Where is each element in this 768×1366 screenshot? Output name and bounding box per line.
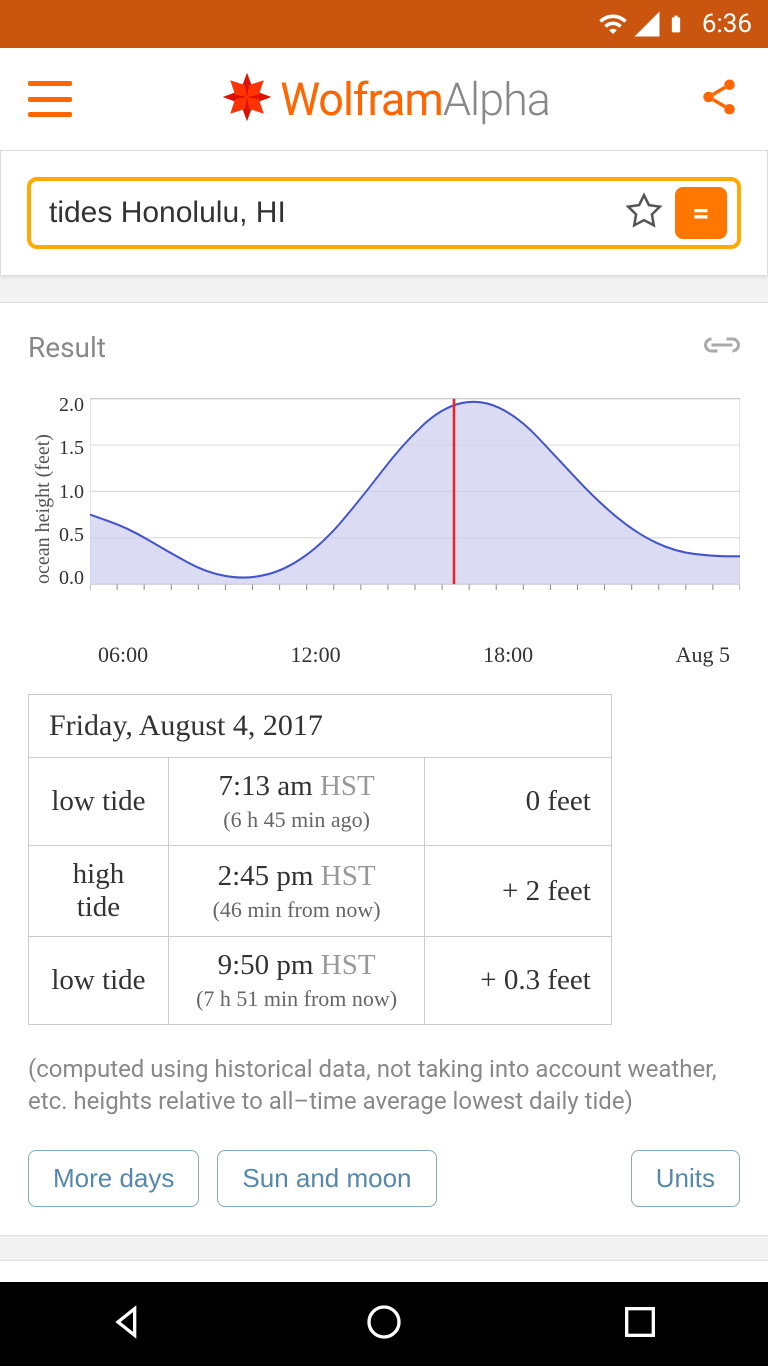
- menu-icon[interactable]: [28, 81, 72, 117]
- equals-icon: =: [692, 196, 709, 231]
- app-logo: WolframAlpha: [220, 70, 550, 128]
- result-card: Result ocean height (feet) 2.01.51.00.50…: [0, 302, 768, 1236]
- tide-type: low tide: [29, 758, 169, 846]
- tide-type: low tide: [29, 937, 169, 1025]
- chart-y-label: ocean height (feet): [28, 394, 59, 624]
- tide-type: high tide: [29, 846, 169, 937]
- tide-height: + 2 feet: [425, 846, 612, 937]
- recent-apps-icon[interactable]: [620, 1302, 660, 1346]
- tide-time: 9:50 pm HST(7 h 51 min from now): [168, 937, 424, 1025]
- link-icon[interactable]: [704, 331, 740, 364]
- android-nav-bar: [0, 1282, 768, 1366]
- table-row: low tide9:50 pm HST(7 h 51 min from now)…: [29, 937, 612, 1025]
- sun-moon-button[interactable]: Sun and moon: [217, 1150, 436, 1207]
- action-row: More days Sun and moon Units: [28, 1150, 740, 1207]
- share-icon[interactable]: [698, 76, 740, 122]
- search-row: =: [27, 177, 741, 249]
- signal-icon: [632, 9, 662, 39]
- table-row: low tide7:13 am HST(6 h 45 min ago)0 fee…: [29, 758, 612, 846]
- tide-height: 0 feet: [425, 758, 612, 846]
- battery-icon: [666, 9, 686, 39]
- tide-table: Friday, August 4, 2017 low tide7:13 am H…: [28, 694, 612, 1025]
- more-days-button[interactable]: More days: [28, 1150, 199, 1207]
- chart-y-ticks: 2.01.51.00.50.0: [59, 394, 90, 624]
- home-icon[interactable]: [364, 1302, 404, 1346]
- tide-chart: ocean height (feet) 2.01.51.00.50.0: [28, 394, 740, 624]
- disclaimer-text: (computed using historical data, not tak…: [28, 1053, 740, 1118]
- app-header: WolframAlpha: [0, 48, 768, 150]
- chart-x-ticks: 06:0012:0018:00Aug 5: [98, 642, 740, 668]
- android-status-bar: 6:36: [0, 0, 768, 48]
- wifi-icon: [598, 9, 628, 39]
- logo-mark-icon: [220, 70, 274, 128]
- tide-date: Friday, August 4, 2017: [29, 695, 612, 758]
- search-card: =: [0, 150, 768, 276]
- units-button[interactable]: Units: [631, 1150, 740, 1207]
- tide-height: + 0.3 feet: [425, 937, 612, 1025]
- table-row: high tide2:45 pm HST(46 min from now)+ 2…: [29, 846, 612, 937]
- result-title: Result: [28, 331, 106, 364]
- tide-time: 7:13 am HST(6 h 45 min ago): [168, 758, 424, 846]
- status-icons: [598, 9, 686, 39]
- search-input[interactable]: [49, 196, 613, 230]
- status-time: 6:36: [702, 9, 752, 39]
- back-icon[interactable]: [108, 1302, 148, 1346]
- tide-time: 2:45 pm HST(46 min from now): [168, 846, 424, 937]
- favorite-icon[interactable]: [625, 192, 663, 234]
- chart-plot-area: [90, 394, 740, 624]
- logo-text: WolframAlpha: [280, 73, 550, 126]
- submit-button[interactable]: =: [675, 187, 727, 239]
